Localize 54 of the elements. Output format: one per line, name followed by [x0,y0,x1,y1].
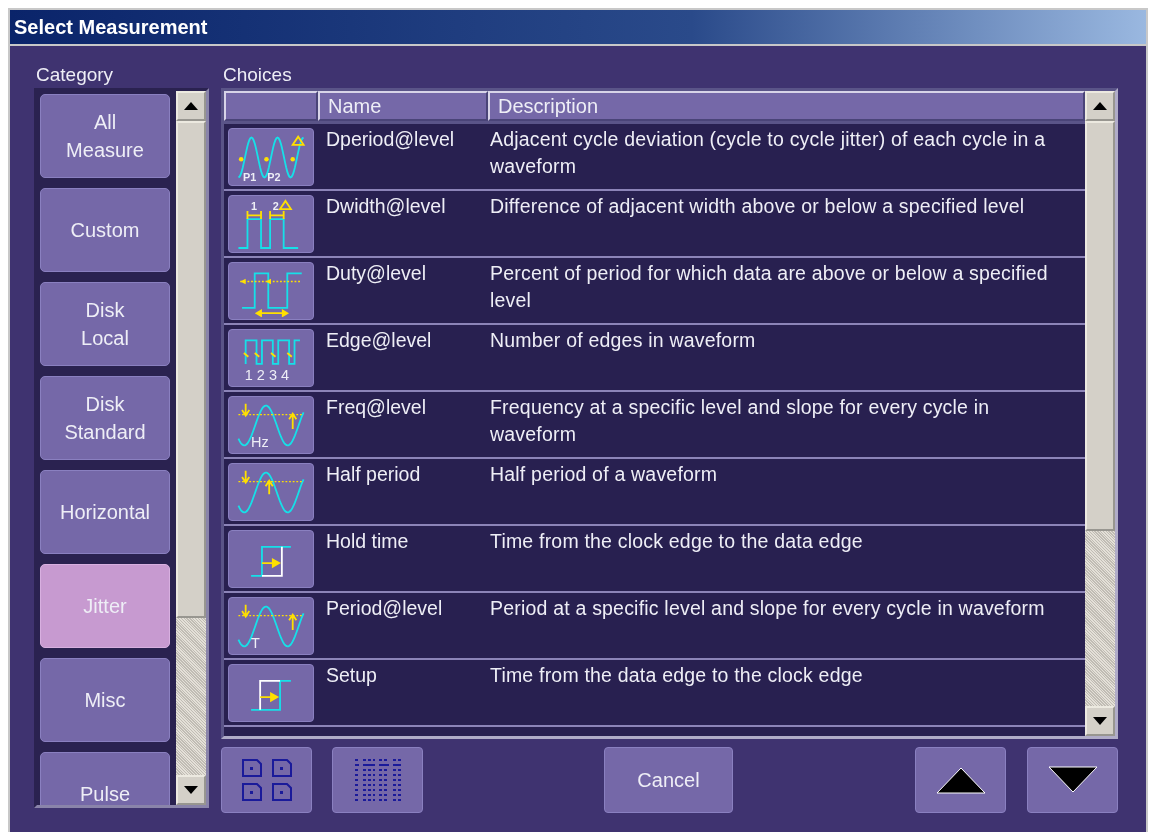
category-button[interactable]: Custom [40,188,170,272]
triangle-down-icon [184,786,198,794]
category-button[interactable]: Horizontal [40,470,170,554]
waveform-button[interactable] [228,530,314,588]
column-header[interactable]: Description [488,91,1085,121]
scroll-thumb[interactable] [176,121,206,619]
cancel-button[interactable]: Cancel [604,747,733,813]
table-cell-text: Period at a specific level and slope for every cycle in waveform [489,596,1046,621]
column-header[interactable]: Name [318,91,488,121]
table-cell-text: Setup [325,663,378,688]
table-cell-text: Number of edges in waveform [489,328,757,353]
grid-view-button[interactable] [221,747,312,813]
window-title: Select Measurement [14,15,208,39]
scroll-down-button[interactable] [176,775,206,805]
scroll-down-button[interactable] [1085,706,1115,736]
scrollbar[interactable] [1085,91,1115,736]
category-button[interactable]: Disk Local [40,282,170,366]
scroll-thumb[interactable] [1085,121,1115,531]
scroll-up-button[interactable] [1085,91,1115,121]
waveform-button[interactable] [228,664,314,722]
table-cell-text: Hold time [325,529,410,554]
table-cell-text: Half period of a waveform [489,462,719,487]
waveform-button[interactable] [228,262,314,320]
grid-icon [239,757,294,803]
table-cell-text: Adjacent cycle deviation (cycle to cycle jitter) of each cycle in a waveform [489,127,1047,179]
category-button[interactable]: Misc [40,658,170,742]
table-cell-text: Freq@level [325,395,427,420]
category-button[interactable]: Disk Standard [40,376,170,460]
list-view-button[interactable] [332,747,423,813]
table-cell-text: Dwidth@level [325,194,447,219]
scrollbar[interactable] [176,91,206,805]
triangle-up-icon [184,102,198,110]
triangle-up-icon [1093,102,1107,110]
category-button[interactable]: All Measure [40,94,170,178]
triangle-up-icon [935,766,986,794]
table-cell-text: Frequency at a specific level and slope for every cycle in waveform [489,395,991,447]
table-cell-text: Edge@level [325,328,433,353]
choices-label: Choices [222,63,293,87]
table-cell-text: Duty@level [325,261,427,286]
scroll-up-button[interactable] [176,91,206,121]
table-cell-text: Half period [325,462,422,487]
table-cell-text: Time from the clock edge to the data edge [489,529,864,554]
waveform-button[interactable] [228,463,314,521]
table-cell-text: Dperiod@level [325,127,456,152]
triangle-down-icon [1093,717,1107,725]
table-cell-text: Difference of adjacent width above or below a specified level [489,194,1026,219]
category-label: Category [35,63,115,87]
triangle-down-icon [1047,766,1098,794]
page-down-button[interactable] [1027,747,1118,813]
category-button[interactable]: Pulse [40,752,170,805]
table-cell-text: Period@level [325,596,444,621]
table-cell-text: Percent of period for which data are above or below a specified level [489,261,1049,313]
page-up-button[interactable] [915,747,1006,813]
table-cell-text: Time from the data edge to the clock edge [489,663,864,688]
